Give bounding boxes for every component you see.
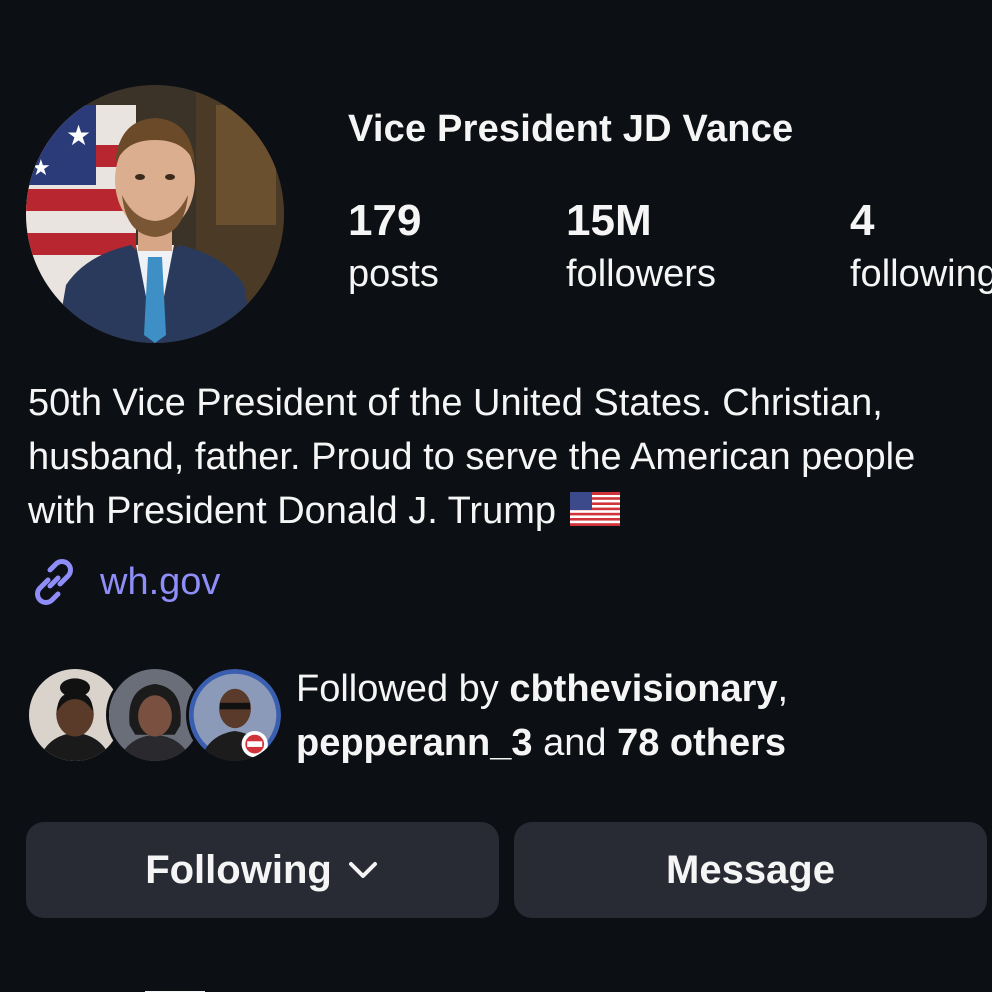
profile-display-name: Vice President JD Vance: [348, 108, 794, 150]
svg-text:★: ★: [31, 156, 51, 181]
stat-posts-label: posts: [348, 253, 439, 295]
mutual-photo: [189, 669, 281, 761]
stat-following[interactable]: 4 following: [850, 196, 992, 302]
followed-by-others[interactable]: 78 others: [617, 722, 786, 764]
profile-photo: ★ ★: [26, 85, 284, 343]
profile-header: ★ ★ Vice President JD Vance 179 posts 15…: [0, 0, 992, 992]
bio-line: 50th Vice President of the United States…: [28, 382, 883, 424]
stat-followers[interactable]: 15M followers: [566, 196, 716, 302]
profile-link[interactable]: wh.gov: [28, 556, 220, 608]
followed-by-separator: ,: [777, 668, 789, 710]
bio-line-3: with President Donald J. Trump: [28, 484, 992, 538]
grid-tab-icon-partial[interactable]: [145, 984, 205, 992]
stat-posts-count: 179: [348, 196, 422, 245]
us-flag-emoji-icon: [570, 491, 621, 526]
link-text: wh.gov: [100, 560, 221, 603]
profile-avatar[interactable]: ★ ★: [26, 85, 284, 343]
followed-by-line-1: Followed by cbthevisionary,: [296, 662, 788, 716]
bio-line: husband, father. Proud to serve the Amer…: [28, 436, 916, 478]
message-button-label: Message: [666, 847, 835, 892]
svg-text:★: ★: [66, 119, 91, 152]
following-button-label: Following: [145, 847, 332, 892]
mutual-avatar-3: [186, 666, 284, 764]
stat-followers-count: 15M: [566, 196, 652, 245]
stat-following-label: following: [850, 253, 992, 295]
profile-bio: 50th Vice President of the United States…: [28, 376, 992, 538]
stat-following-count: 4: [850, 196, 875, 245]
followed-by-line-2: pepperann_3 and 78 others: [296, 716, 788, 770]
stat-posts[interactable]: 179 posts: [348, 196, 439, 302]
bio-line-text: with President Donald J. Trump: [28, 490, 557, 532]
stat-followers-label: followers: [566, 253, 716, 295]
message-button[interactable]: Message: [514, 822, 987, 918]
followed-by-prefix: Followed by: [296, 668, 510, 710]
followed-by-text[interactable]: Followed by cbthevisionary, pepperann_3 …: [296, 662, 788, 770]
link-icon: [35, 559, 73, 605]
followed-by-user-2[interactable]: pepperann_3: [296, 722, 533, 764]
followed-by-user-1[interactable]: cbthevisionary: [509, 668, 777, 710]
chevron-down-icon: [348, 862, 377, 878]
following-button[interactable]: Following: [26, 822, 499, 918]
mutual-followers-avatars[interactable]: [26, 666, 284, 766]
reels-tab-icon-partial[interactable]: [532, 984, 592, 992]
followed-by-middle: and: [532, 722, 618, 764]
